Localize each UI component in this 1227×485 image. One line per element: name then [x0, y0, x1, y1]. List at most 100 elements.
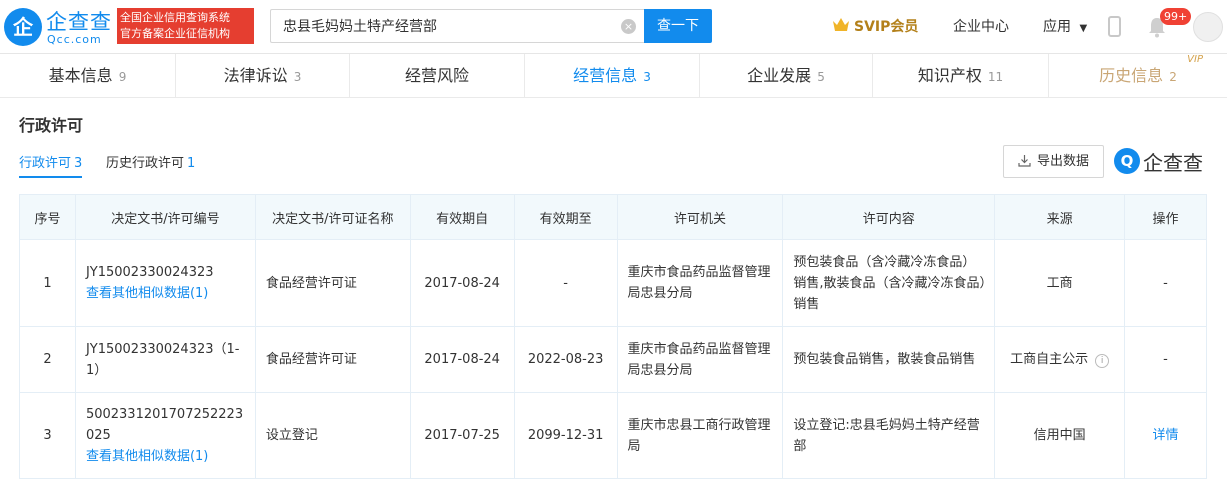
header-valid-from: 有效期自	[409, 194, 515, 240]
brand-mark-icon: Q	[1114, 148, 1140, 174]
tab-legal-litigation[interactable]: 法律诉讼 3	[176, 54, 350, 98]
cell-source: 工商自主公示 i	[994, 326, 1126, 393]
cell-doc-number: JY15002330024323 查看其他相似数据(1)	[74, 239, 256, 327]
details-link[interactable]: 详情	[1124, 392, 1207, 479]
apps-menu[interactable]: 应用 ▼	[1043, 16, 1087, 36]
logo-mark: 企	[4, 8, 42, 46]
tab-label: 经营信息	[573, 66, 638, 85]
badge-line-1: 全国企业信用查询系统	[120, 11, 230, 24]
doc-number-text: JY15002330024323	[85, 265, 214, 280]
tab-history-info[interactable]: 历史信息 2 VIP	[1049, 54, 1227, 98]
search-box: ×	[270, 9, 644, 43]
similar-data-link[interactable]: 查看其他相似数据(1)	[86, 283, 247, 304]
tab-count: 3	[293, 70, 302, 84]
similar-data-link[interactable]: 查看其他相似数据(1)	[86, 446, 247, 467]
tab-label: 法律诉讼	[223, 66, 288, 85]
header-content: 许可内容	[782, 194, 996, 240]
caret-down-icon: ▼	[1079, 23, 1088, 34]
apps-label: 应用	[1043, 19, 1071, 35]
tab-intellectual-property[interactable]: 知识产权 11	[873, 54, 1049, 98]
subtab-label: 历史行政许可	[106, 156, 185, 171]
cell-valid-from: 2017-08-24	[409, 326, 515, 393]
tab-label: 知识产权	[917, 66, 982, 85]
cell-index: 2	[19, 326, 76, 393]
table-header-row: 序号 决定文书/许可编号 决定文书/许可证名称 有效期自 有效期至 许可机关 许…	[19, 194, 1207, 240]
cell-source: 工商	[994, 239, 1126, 327]
cell-action: -	[1124, 239, 1207, 327]
tab-label: 经营风险	[404, 66, 469, 85]
user-avatar[interactable]	[1193, 12, 1223, 42]
company-tabs: 基本信息 9 法律诉讼 3 经营风险 经营信息 3 企业发展 5 知识产权 11 历史信息…	[0, 54, 1227, 98]
cell-authority: 重庆市食品药品监督管理局忠县分局	[616, 326, 784, 393]
tab-label: 历史信息	[1099, 66, 1164, 85]
header-doc-name: 决定文书/许可证名称	[254, 194, 411, 240]
mobile-phone-icon[interactable]	[1108, 16, 1121, 37]
cell-source: 信用中国	[994, 392, 1126, 479]
cell-valid-to: 2022-08-23	[513, 326, 618, 393]
svip-label: SVIP会员	[854, 19, 919, 35]
cell-action: -	[1124, 326, 1207, 393]
table-row: 2 JY15002330024323（1-1） 食品经营许可证 2017-08-…	[19, 326, 1207, 393]
header-action: 操作	[1124, 194, 1207, 240]
download-icon	[1018, 155, 1031, 167]
notification-count-badge: 99+	[1160, 8, 1192, 25]
table-row: 3 5002331201707252223025 查看其他相似数据(1) 设立登…	[19, 392, 1207, 479]
export-data-button[interactable]: 导出数据	[1003, 145, 1104, 178]
info-icon[interactable]: i	[1095, 354, 1110, 368]
source-text: 工商自主公示	[1010, 352, 1089, 367]
header-authority: 许可机关	[616, 194, 784, 240]
tab-enterprise-development[interactable]: 企业发展 5	[700, 54, 873, 98]
cell-doc-name: 食品经营许可证	[254, 239, 411, 327]
doc-number-text: JY15002330024323（1-1）	[85, 341, 240, 378]
cell-valid-to: -	[513, 239, 618, 327]
cell-index: 3	[19, 392, 76, 479]
cell-valid-from: 2017-07-25	[409, 392, 515, 479]
subtab-history-license[interactable]: 历史行政许可 1	[106, 152, 195, 171]
header-index: 序号	[19, 194, 76, 240]
cell-authority: 重庆市忠县工商行政管理局	[616, 392, 784, 479]
cell-authority: 重庆市食品药品监督管理局忠县分局	[616, 239, 784, 327]
tab-count: 3	[643, 70, 651, 84]
tab-basic-info[interactable]: 基本信息 9	[0, 54, 176, 98]
search-input[interactable]	[271, 10, 621, 42]
doc-number-text: 5002331201707252223025	[85, 407, 244, 443]
cell-content: 预包装食品销售，散装食品销售	[782, 326, 996, 393]
logo-chinese-name: 企查查	[46, 10, 112, 34]
cell-content: 预包装食品（含冷藏冷冻食品）销售,散装食品（含冷藏冷冻食品）销售	[782, 239, 996, 327]
credit-system-badge: 全国企业信用查询系统 官方备案企业征信机构	[117, 8, 254, 44]
header-source: 来源	[994, 194, 1126, 240]
cell-doc-number: JY15002330024323（1-1）	[74, 326, 256, 393]
tab-count: 5	[817, 70, 825, 84]
cell-index: 1	[19, 239, 76, 327]
export-label: 导出数据	[1036, 154, 1089, 169]
cell-doc-name: 设立登记	[254, 392, 411, 479]
qcc-logo[interactable]: 企 企查查 Qcc.com	[4, 6, 114, 50]
tab-business-info[interactable]: 经营信息 3	[525, 54, 700, 98]
subtab-count: 3	[74, 156, 83, 171]
badge-line-2: 官方备案企业征信机构	[120, 27, 230, 40]
section-title: 行政许可	[19, 116, 84, 135]
crown-icon	[833, 18, 849, 31]
subtab-administrative-license[interactable]: 行政许可 3	[19, 152, 83, 178]
search-button[interactable]: 查一下	[644, 9, 712, 43]
table-row: 1 JY15002330024323 查看其他相似数据(1) 食品经营许可证 2…	[19, 239, 1207, 327]
enterprise-center-link[interactable]: 企业中心	[953, 16, 1009, 36]
brand-text: 企查查	[1143, 151, 1203, 175]
logo-english-name: Qcc.com	[47, 33, 102, 46]
header-valid-to: 有效期至	[513, 194, 618, 240]
vip-badge: VIP	[1187, 54, 1203, 65]
cell-doc-number: 5002331201707252223025 查看其他相似数据(1)	[74, 392, 256, 479]
top-header: 企 企查查 Qcc.com 全国企业信用查询系统 官方备案企业征信机构 × 查一…	[0, 0, 1227, 54]
tab-business-risk[interactable]: 经营风险	[350, 54, 525, 98]
tab-count: 11	[987, 70, 1004, 84]
cell-valid-from: 2017-08-24	[409, 239, 515, 327]
svip-member-link[interactable]: SVIP会员	[832, 16, 918, 38]
license-table: 序号 决定文书/许可编号 决定文书/许可证名称 有效期自 有效期至 许可机关 许…	[19, 194, 1207, 479]
cell-valid-to: 2099-12-31	[513, 392, 618, 479]
clear-search-icon[interactable]: ×	[621, 19, 636, 34]
subtab-count: 1	[187, 156, 196, 171]
cell-content: 设立登记:忠县毛妈妈土特产经营部	[782, 392, 996, 479]
header-doc-number: 决定文书/许可编号	[74, 194, 256, 240]
subtab-label: 行政许可	[19, 156, 72, 171]
cell-doc-name: 食品经营许可证	[254, 326, 411, 393]
